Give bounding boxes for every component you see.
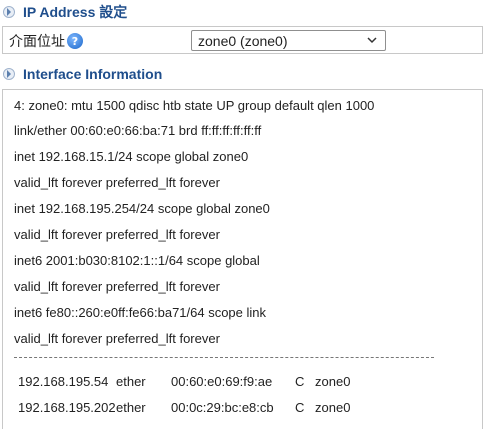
info-line: inet 192.168.195.254/24 scope global zon… bbox=[14, 201, 270, 216]
help-icon[interactable]: ? bbox=[67, 33, 83, 49]
info-line: inet6 2001:b030:8102:1::1/64 scope globa… bbox=[14, 253, 260, 268]
interface-information-section-title: Interface Information bbox=[23, 66, 163, 82]
ip-address-section-title: IP Address 設定 bbox=[23, 4, 128, 20]
ip-address-section-header: IP Address 設定 bbox=[0, 1, 485, 23]
interface-address-row: 介面位址 ? zone0 (zone0) bbox=[2, 26, 483, 54]
arp-ip: 192.168.195.54 bbox=[18, 374, 109, 389]
arp-mac: 00:0c:29:bc:e8:cb bbox=[171, 400, 274, 415]
interface-select[interactable]: zone0 (zone0) bbox=[191, 30, 386, 51]
arp-row: 192.168.195.202 ether 00:0c:29:bc:e8:cb … bbox=[18, 400, 350, 415]
info-line: inet6 fe80::260:e0ff:fe66:ba71/64 scope … bbox=[14, 305, 267, 320]
info-line: inet 192.168.15.1/24 scope global zone0 bbox=[14, 149, 249, 164]
arp-row: 192.168.195.54 ether 00:60:e0:69:f9:ae C… bbox=[18, 374, 350, 389]
interface-information-section-header: Interface Information bbox=[0, 63, 485, 85]
arp-type: ether bbox=[116, 400, 146, 415]
info-line: valid_lft forever preferred_lft forever bbox=[14, 175, 220, 190]
arp-flag: C bbox=[295, 400, 305, 415]
arp-type: ether bbox=[116, 374, 146, 389]
chevron-right-icon bbox=[3, 6, 15, 18]
dashed-divider bbox=[14, 357, 434, 358]
arp-iface: zone0 bbox=[315, 374, 351, 389]
info-line: link/ether 00:60:e0:66:ba:71 brd ff:ff:f… bbox=[14, 123, 262, 138]
arp-flag: C bbox=[295, 374, 305, 389]
arp-mac: 00:60:e0:69:f9:ae bbox=[171, 374, 273, 389]
info-line: 4: zone0: mtu 1500 qdisc htb state UP gr… bbox=[14, 98, 375, 113]
arp-ip: 192.168.195.202 bbox=[18, 400, 116, 415]
info-line: valid_lft forever preferred_lft forever bbox=[14, 227, 220, 242]
interface-address-label: 介面位址 bbox=[9, 33, 65, 49]
info-line: valid_lft forever preferred_lft forever bbox=[14, 331, 220, 346]
interface-select-value: zone0 (zone0) bbox=[198, 32, 288, 49]
interface-address-label-group: 介面位址 ? bbox=[9, 31, 83, 51]
chevron-right-icon bbox=[3, 68, 15, 80]
info-line: valid_lft forever preferred_lft forever bbox=[14, 279, 220, 294]
chevron-down-icon bbox=[367, 37, 377, 44]
arp-iface: zone0 bbox=[315, 400, 351, 415]
